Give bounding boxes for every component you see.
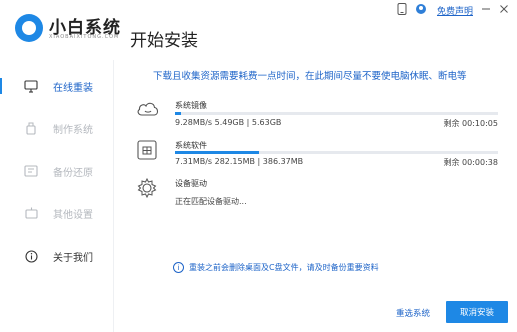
app-subtitle: XIAOBAIXITONG.COM bbox=[49, 34, 120, 40]
progress-bar bbox=[175, 112, 498, 115]
info-icon bbox=[24, 249, 38, 263]
disclaimer-link[interactable]: 免费声明 bbox=[437, 4, 473, 17]
sidebar-item-label: 其他设置 bbox=[53, 209, 93, 221]
sidebar-item-online-reinstall[interactable]: 在线重装 bbox=[0, 71, 113, 101]
info-icon: i bbox=[173, 262, 184, 273]
support-icon[interactable] bbox=[415, 3, 427, 18]
page-title: 开始安装 bbox=[130, 31, 198, 51]
sidebar: 在线重装 制作系统 备份还原 其他设置 关于我们 bbox=[0, 60, 114, 332]
progress-fill bbox=[175, 112, 182, 115]
sidebar-item-label: 在线重装 bbox=[53, 82, 93, 94]
sidebar-item-label: 关于我们 bbox=[53, 252, 93, 264]
title-bar: 小白系统 XIAOBAIXITONG.COM 开始安装 免费声明 bbox=[0, 0, 517, 60]
sidebar-item-make-system[interactable]: 制作系统 bbox=[0, 113, 113, 143]
monitor-icon bbox=[24, 79, 38, 93]
download-remaining: 剩余 00:10:05 bbox=[443, 119, 498, 128]
download-title: 设备驱动 bbox=[175, 179, 207, 188]
sidebar-item-label: 制作系统 bbox=[53, 124, 93, 136]
download-remaining: 剩余 00:00:38 bbox=[443, 158, 498, 167]
logo-icon bbox=[15, 14, 43, 42]
download-notice: 下载且收集资源需要耗费一点时间，在此期间尽量不要使电脑休眠、断电等 bbox=[153, 71, 467, 82]
sidebar-item-other-settings[interactable]: 其他设置 bbox=[0, 198, 113, 228]
backup-icon bbox=[24, 164, 38, 178]
download-title: 系统软件 bbox=[175, 141, 207, 150]
tip-text: 重装之前会删除桌面及C盘文件，请及时备份重要资料 bbox=[189, 263, 379, 272]
reselect-system-button[interactable]: 重选系统 bbox=[396, 307, 430, 319]
sidebar-item-about-us[interactable]: 关于我们 bbox=[0, 241, 113, 271]
close-icon[interactable] bbox=[499, 4, 509, 17]
phone-icon[interactable] bbox=[397, 2, 407, 18]
gear-icon bbox=[136, 177, 160, 199]
progress-fill bbox=[175, 151, 259, 154]
download-stats: 9.28MB/s 5.49GB | 5.63GB bbox=[175, 118, 282, 127]
folder-icon bbox=[136, 139, 160, 161]
sidebar-item-label: 备份还原 bbox=[53, 167, 93, 179]
usb-icon bbox=[24, 121, 38, 135]
download-title: 系统镜像 bbox=[175, 101, 207, 110]
cancel-install-button[interactable]: 取消安装 bbox=[446, 301, 508, 323]
settings-icon bbox=[24, 206, 38, 220]
download-stats: 7.31MB/s 282.15MB | 386.37MB bbox=[175, 157, 304, 166]
cloud-icon bbox=[136, 99, 160, 121]
active-indicator bbox=[0, 78, 2, 94]
sidebar-item-backup-restore[interactable]: 备份还原 bbox=[0, 156, 113, 186]
backup-tip: i 重装之前会删除桌面及C盘文件，请及时备份重要资料 bbox=[173, 262, 379, 273]
download-status: 正在匹配设备驱动... bbox=[175, 197, 247, 206]
window-controls: 免费声明 bbox=[389, 2, 509, 18]
minimize-icon[interactable] bbox=[481, 4, 491, 17]
progress-bar bbox=[175, 151, 498, 154]
